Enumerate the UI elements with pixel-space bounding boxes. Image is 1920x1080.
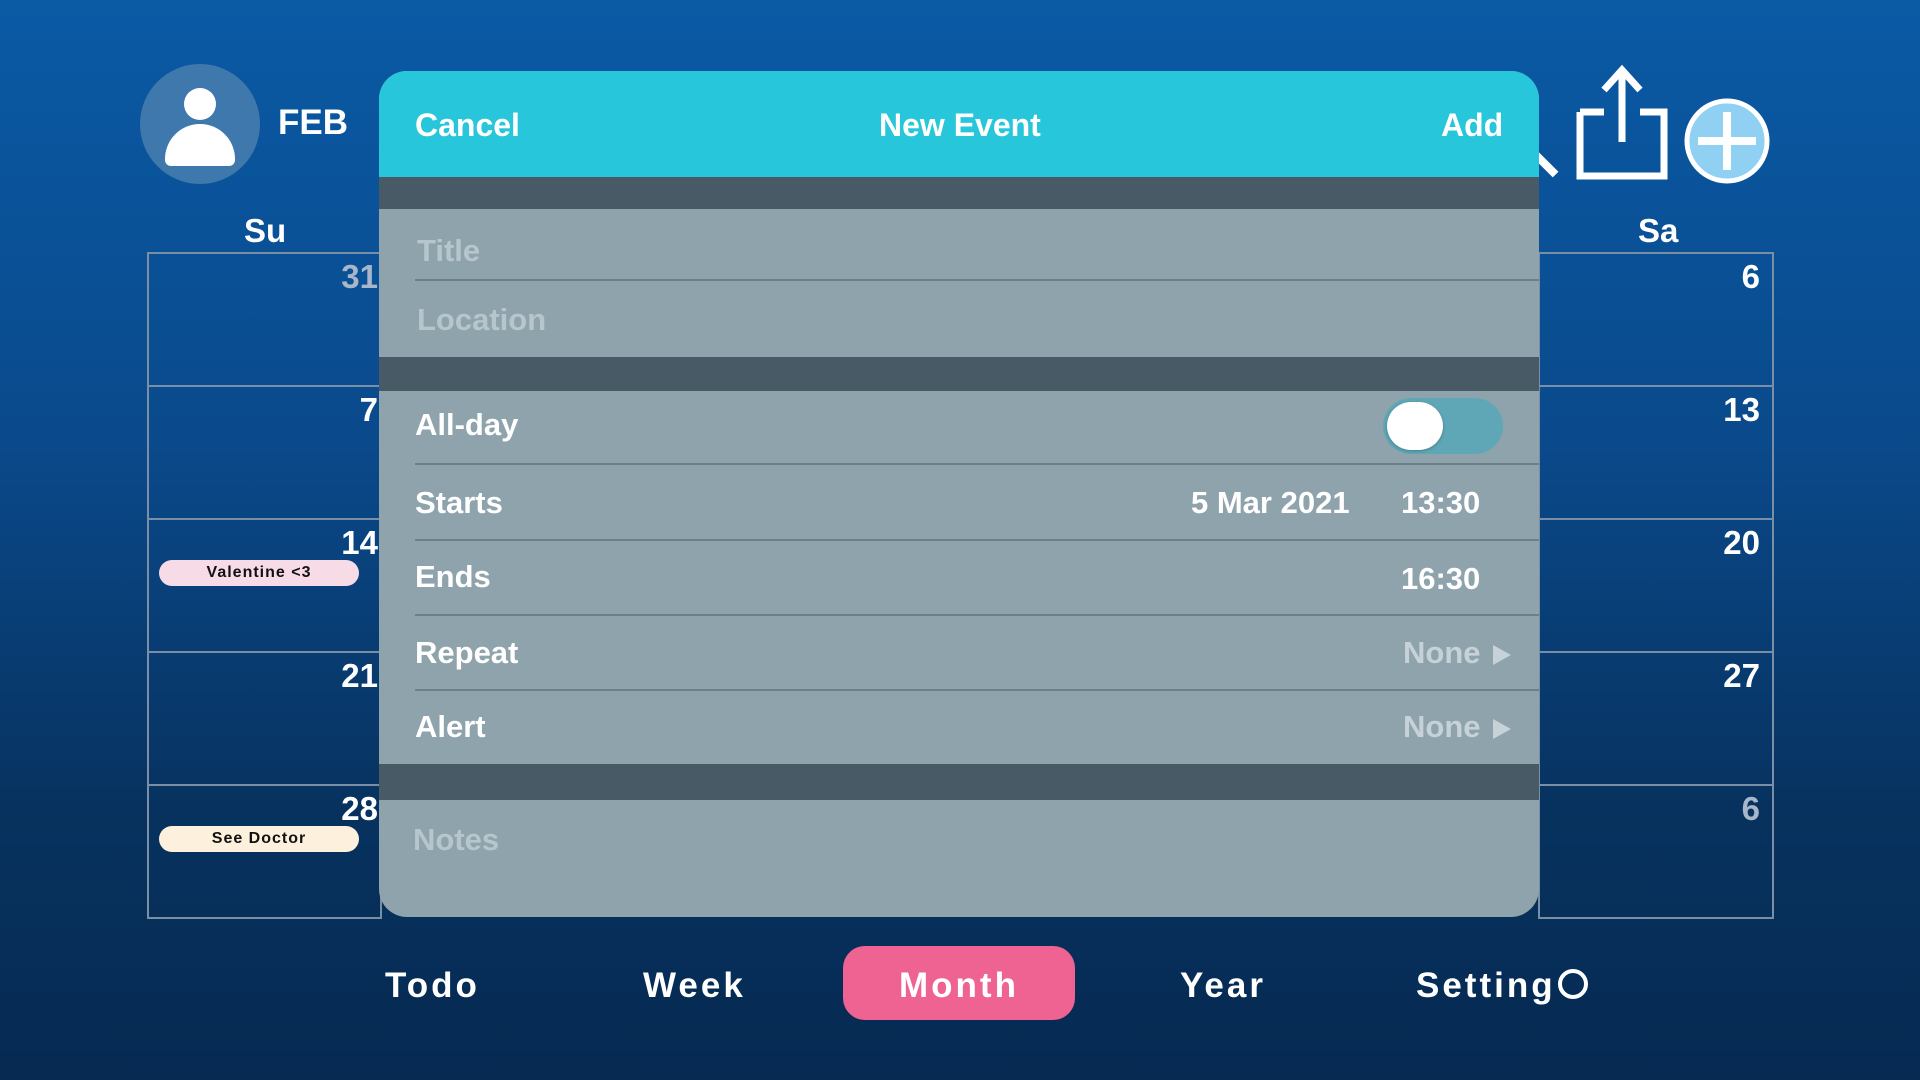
- day-number: 6: [1741, 258, 1760, 295]
- alert-selector[interactable]: None: [1403, 709, 1511, 745]
- cancel-button[interactable]: Cancel: [415, 107, 520, 144]
- calendar-cell[interactable]: 6: [1540, 786, 1772, 919]
- user-icon-head: [184, 88, 216, 120]
- repeat-selector[interactable]: None: [1403, 635, 1511, 671]
- calendar-cell[interactable]: 21: [149, 653, 380, 786]
- location-field[interactable]: Location: [417, 302, 546, 338]
- notes-field[interactable]: Notes: [413, 822, 499, 858]
- nav-year[interactable]: Year: [1180, 966, 1266, 1006]
- calendar-cell[interactable]: 31: [149, 254, 380, 387]
- repeat-value: None: [1403, 635, 1481, 670]
- nav-week[interactable]: Week: [643, 966, 746, 1006]
- calendar-cell[interactable]: 28 See Doctor: [149, 786, 380, 919]
- divider: [415, 614, 1539, 616]
- alert-label: Alert: [415, 709, 486, 744]
- day-number: 13: [1723, 391, 1760, 428]
- chevron-right-icon: [1492, 718, 1511, 739]
- nav-todo[interactable]: Todo: [385, 966, 480, 1006]
- starts-date[interactable]: 5 Mar 2021: [1191, 485, 1350, 521]
- dialog-title: New Event: [879, 107, 1041, 143]
- section-divider: [379, 764, 1539, 800]
- allday-label: All-day: [415, 407, 519, 442]
- nav-month[interactable]: Month: [899, 966, 1019, 1006]
- title-field[interactable]: Title: [417, 233, 480, 269]
- calendar-cell[interactable]: 6: [1540, 254, 1772, 387]
- divider: [415, 689, 1539, 691]
- nav-setting-label: Setting: [1416, 966, 1556, 1005]
- allday-toggle[interactable]: [1383, 398, 1503, 454]
- day-number: 28: [341, 790, 378, 827]
- divider: [415, 539, 1539, 541]
- ends-time[interactable]: 16:30: [1401, 561, 1480, 597]
- section-divider: [379, 177, 1539, 209]
- day-number: 7: [359, 391, 378, 428]
- month-label: FEB: [278, 103, 348, 142]
- saturday-column: 6 13 20 27 6: [1538, 252, 1774, 919]
- starts-time[interactable]: 13:30: [1401, 485, 1480, 521]
- divider: [415, 463, 1539, 465]
- user-avatar[interactable]: [140, 64, 260, 184]
- repeat-label: Repeat: [415, 635, 519, 670]
- section-divider: [379, 357, 1539, 391]
- calendar-cell[interactable]: 27: [1540, 653, 1772, 786]
- day-header-sunday: Su: [244, 212, 287, 249]
- day-number: 31: [341, 258, 378, 295]
- sunday-column: 31 7 14 Valentine <3 21 28 See Doctor: [147, 252, 382, 919]
- ends-label: Ends: [415, 559, 491, 594]
- day-number: 20: [1723, 524, 1760, 561]
- day-header-saturday: Sa: [1638, 212, 1679, 249]
- day-number: 6: [1741, 790, 1760, 827]
- event-pill[interactable]: Valentine <3: [159, 560, 359, 586]
- add-button[interactable]: Add: [1441, 107, 1503, 144]
- toggle-knob: [1387, 402, 1443, 450]
- add-circle-icon[interactable]: [1684, 98, 1770, 184]
- calendar-cell[interactable]: 13: [1540, 387, 1772, 520]
- day-number: 21: [341, 657, 378, 694]
- user-icon-body: [165, 124, 235, 166]
- starts-label: Starts: [415, 485, 503, 520]
- gear-icon: [1557, 968, 1588, 999]
- calendar-cell[interactable]: 20: [1540, 520, 1772, 653]
- day-number: 27: [1723, 657, 1760, 694]
- alert-value: None: [1403, 709, 1481, 744]
- share-icon[interactable]: [1576, 64, 1668, 180]
- calendar-cell[interactable]: 14 Valentine <3: [149, 520, 380, 653]
- divider: [415, 279, 1539, 281]
- calendar-cell[interactable]: 7: [149, 387, 380, 520]
- new-event-dialog: Cancel New Event Add Title Location All-…: [379, 71, 1539, 917]
- day-number: 14: [341, 524, 378, 561]
- nav-setting[interactable]: Setting: [1416, 966, 1588, 1006]
- dialog-header: Cancel New Event Add: [379, 71, 1539, 177]
- event-pill[interactable]: See Doctor: [159, 826, 359, 852]
- chevron-right-icon: [1492, 644, 1511, 665]
